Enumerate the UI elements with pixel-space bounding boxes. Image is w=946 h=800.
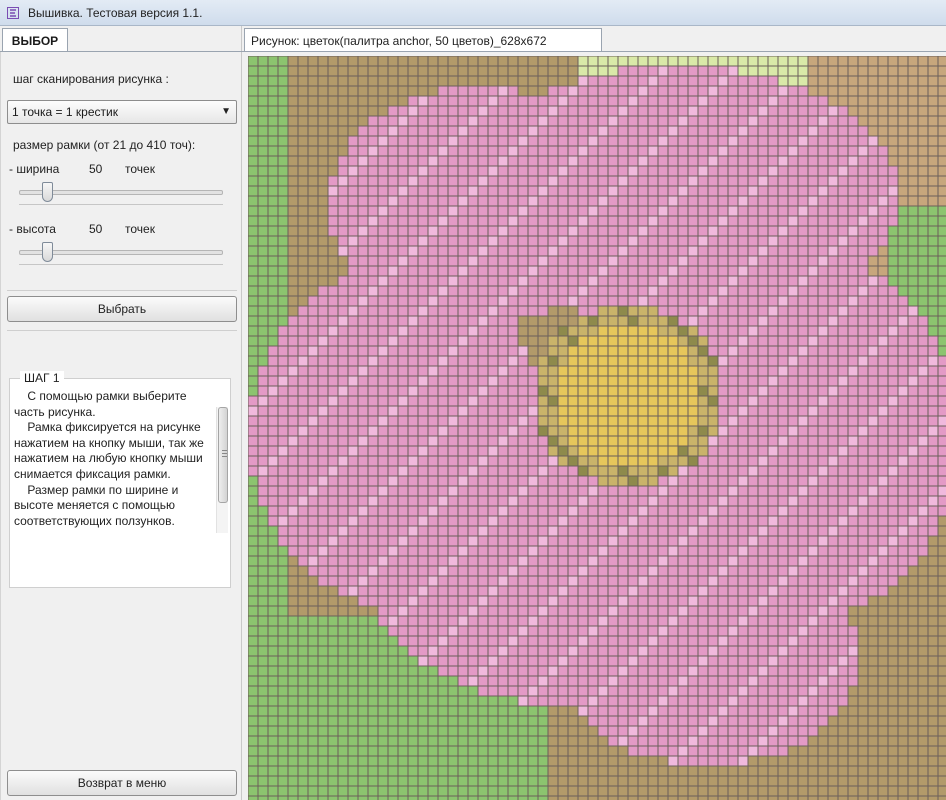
scan-step-value: 1 точка = 1 крестик <box>12 105 118 119</box>
select-button[interactable]: Выбрать <box>7 296 237 322</box>
back-to-menu-button[interactable]: Возврат в меню <box>7 770 237 796</box>
tab-picture[interactable]: Рисунок: цветок(палитра anchor, 50 цвето… <box>244 28 602 52</box>
embroidery-app-icon <box>6 6 20 20</box>
height-slider-ticks <box>19 264 223 266</box>
window-title: Вышивка. Тестовая версия 1.1. <box>28 5 203 20</box>
tab-divider <box>242 51 946 52</box>
height-value: 50 <box>89 222 103 236</box>
title-bar: Вышивка. Тестовая версия 1.1. <box>0 0 946 26</box>
tab-vybor[interactable]: ВЫБОР <box>2 28 68 52</box>
right-panel: Рисунок: цветок(палитра anchor, 50 цвето… <box>242 26 946 800</box>
width-unit: точек <box>125 162 155 176</box>
width-slider[interactable] <box>19 182 223 208</box>
height-slider[interactable] <box>19 242 223 268</box>
settings-panel: шаг сканирования рисунка : 1 точка = 1 к… <box>0 52 242 800</box>
scan-step-select[interactable]: 1 точка = 1 крестик ▼ <box>7 100 237 124</box>
help-groupbox: ШАГ 1 С помощью рамки выберите часть рис… <box>9 371 231 588</box>
chevron-down-icon[interactable]: ▼ <box>221 106 231 117</box>
scan-step-label: шаг сканирования рисунка : <box>13 72 169 86</box>
help-text: С помощью рамки выберите часть рисунка. … <box>14 389 204 528</box>
height-unit: точек <box>125 222 155 236</box>
cross-stitch-pattern[interactable] <box>248 56 946 800</box>
width-slider-ticks <box>19 204 223 206</box>
frame-size-label: размер рамки (от 21 до 410 точ): <box>13 138 196 152</box>
help-title: ШАГ 1 <box>20 371 64 385</box>
width-value: 50 <box>89 162 103 176</box>
height-slider-thumb[interactable] <box>41 242 53 262</box>
width-slider-thumb[interactable] <box>41 182 53 202</box>
app-window: Вышивка. Тестовая версия 1.1. ВЫБОР шаг … <box>0 0 946 800</box>
divider <box>7 290 237 291</box>
help-scrollbar-thumb[interactable] <box>218 407 228 503</box>
width-label: - ширина <box>9 162 60 176</box>
pattern-canvas-area[interactable] <box>248 56 946 800</box>
help-scrollbar[interactable] <box>216 407 228 533</box>
grip-icon <box>222 450 227 457</box>
divider <box>7 330 237 331</box>
height-label: - высота <box>9 222 56 236</box>
left-panel: ВЫБОР шаг сканирования рисунка : 1 точка… <box>0 26 242 800</box>
